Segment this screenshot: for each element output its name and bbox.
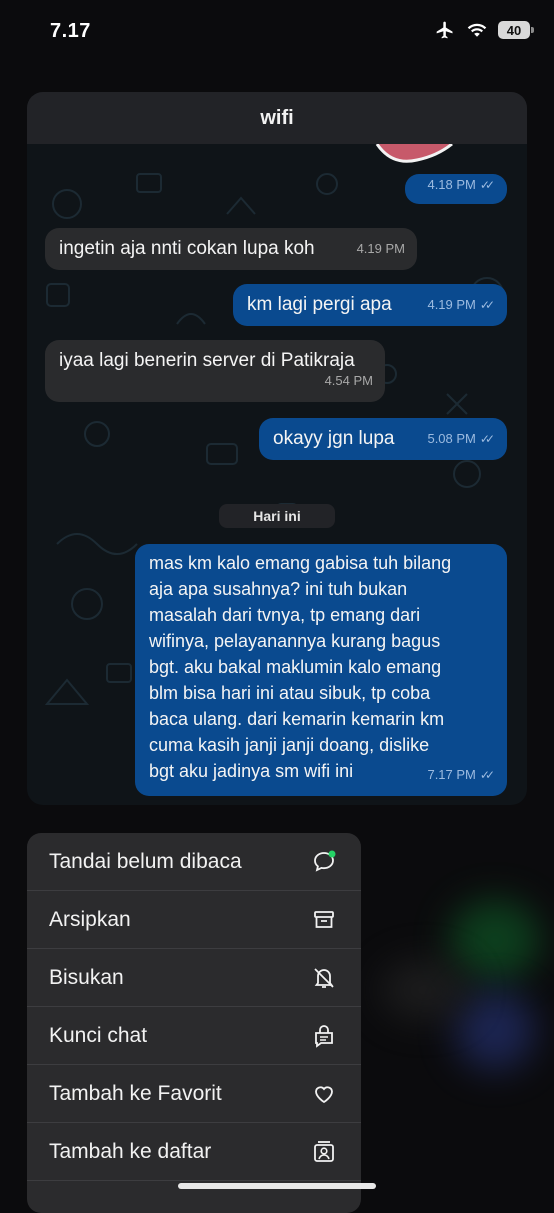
menu-item-archive[interactable]: Arsipkan <box>27 891 361 949</box>
menu-item-label: Tandai belum dibaca <box>49 849 242 873</box>
day-separator: Hari ini <box>219 504 335 528</box>
background-blur-green <box>450 900 540 980</box>
message-incoming[interactable]: iyaa lagi benerin server di Patikraja 4.… <box>45 340 385 402</box>
unread-chat-icon <box>314 850 336 872</box>
chat-wallpaper: 4.18 PM ✓✓ ingetin aja nnti cokan lupa k… <box>27 144 527 805</box>
archive-icon <box>314 910 334 928</box>
add-to-list-icon <box>314 1140 334 1162</box>
wifi-icon <box>467 23 487 37</box>
message-text: km lagi pergi apa <box>247 294 392 315</box>
message-outgoing-long[interactable]: mas km kalo emang gabisa tuh bilang aja … <box>135 544 507 796</box>
message-meta: 4.19 PM <box>357 236 405 262</box>
message-outgoing[interactable]: okayy jgn lupa 5.08 PM ✓✓ <box>259 418 507 460</box>
message-meta: 4.19 PM ✓✓ <box>427 292 495 318</box>
menu-item-add-favorite[interactable]: Tambah ke Favorit <box>27 1065 361 1123</box>
menu-item-label: Tambah ke daftar <box>49 1139 212 1163</box>
menu-item-add-to-list[interactable]: Tambah ke daftar <box>27 1123 361 1181</box>
message-text: okayy jgn lupa <box>273 428 395 449</box>
menu-item-mute[interactable]: Bisukan <box>27 949 361 1007</box>
mute-bell-icon <box>314 967 334 988</box>
message-time: 7.17 PM <box>427 767 476 782</box>
menu-item-label: Kunci chat <box>49 1023 148 1047</box>
battery-indicator: 40 <box>498 21 534 39</box>
background-blur-blue <box>455 990 535 1070</box>
message-meta: 4.54 PM <box>325 368 373 394</box>
home-indicator[interactable] <box>178 1183 376 1189</box>
message-sticker-time[interactable]: 4.18 PM ✓✓ <box>405 174 507 204</box>
message-outgoing[interactable]: km lagi pergi apa 4.19 PM ✓✓ <box>233 284 507 326</box>
read-receipt-icon: ✓✓ <box>479 432 495 446</box>
background-blur-gray <box>380 960 470 1020</box>
menu-item-mark-unread[interactable]: Tandai belum dibaca <box>27 833 361 891</box>
message-text: ingetin aja nnti cokan lupa koh <box>59 238 315 259</box>
message-meta: 5.08 PM ✓✓ <box>427 426 495 452</box>
sticker-partial <box>372 144 462 166</box>
chat-title: wifi <box>27 92 527 144</box>
message-incoming[interactable]: ingetin aja nnti cokan lupa koh 4.19 PM <box>45 228 417 270</box>
context-menu: Tandai belum dibaca Arsipkan Bisukan Kun… <box>27 833 361 1213</box>
message-time: 5.08 PM <box>427 431 476 446</box>
message-time: 4.18 PM <box>427 177 476 192</box>
status-bar: 7.17 40 <box>0 0 554 64</box>
message-time: 4.19 PM <box>356 241 405 256</box>
read-receipt-icon: ✓✓ <box>479 298 495 312</box>
menu-item-label: Tambah ke Favorit <box>49 1081 222 1105</box>
menu-item-label: Arsipkan <box>49 907 131 931</box>
read-receipt-icon: ✓✓ <box>479 768 495 782</box>
message-time: 4.54 PM <box>324 373 373 388</box>
menu-item-lock-chat[interactable]: Kunci chat <box>27 1007 361 1065</box>
message-time: 4.19 PM <box>427 297 476 312</box>
read-receipt-icon: ✓✓ <box>479 178 495 192</box>
message-meta: 7.17 PM ✓✓ <box>427 762 495 788</box>
status-icons: 40 <box>434 20 534 40</box>
chat-preview[interactable]: wifi 4.18 PM ✓✓ ingetin aja nnti cokan l… <box>27 92 527 805</box>
menu-item-label: Bisukan <box>49 965 124 989</box>
message-text: iyaa lagi benerin server di Patikraja <box>59 350 355 371</box>
heart-icon <box>315 1085 333 1103</box>
status-time: 7.17 <box>50 20 91 42</box>
airplane-icon <box>436 21 453 39</box>
message-text: mas km kalo emang gabisa tuh bilang aja … <box>149 553 452 781</box>
message-meta: 4.18 PM ✓✓ <box>427 172 495 198</box>
lock-chat-icon <box>315 1024 333 1048</box>
